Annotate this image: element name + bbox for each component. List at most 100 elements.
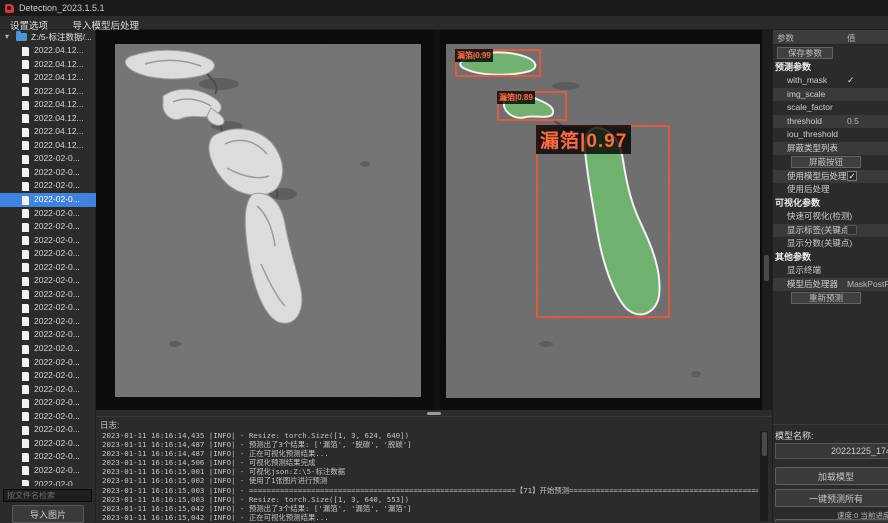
tree-file-item[interactable]: 2022-02-0... xyxy=(0,315,96,329)
tree-file-item[interactable]: 2022-02-0... xyxy=(0,383,96,397)
tree-file-item[interactable]: 2022-02-0... xyxy=(0,179,96,193)
param-row[interactable]: with_mask ✓ xyxy=(773,74,888,88)
tree-file-item[interactable]: 2022-02-0... xyxy=(0,464,96,478)
tree-file-item[interactable]: 2022-02-0... xyxy=(0,410,96,424)
file-icon xyxy=(22,236,29,245)
param-row[interactable]: 显示终端 xyxy=(773,264,888,278)
tree-file-item[interactable]: 2022-02-0... xyxy=(0,288,96,302)
tree-file-item[interactable]: 2022-02-0... xyxy=(0,450,96,464)
param-row[interactable]: 显示分数(关键点) xyxy=(773,237,888,251)
tree-file-item[interactable]: 2022-02-0... xyxy=(0,234,96,248)
tree-file-item[interactable]: 2022-02-0... xyxy=(0,274,96,288)
tree-file-item[interactable]: 2022-02-0... xyxy=(0,207,96,221)
file-icon xyxy=(22,480,29,486)
expand-arrow-icon[interactable]: ▾ xyxy=(5,30,9,44)
prediction-image[interactable]: 漏箔|0.99 漏箔|0.89 漏箔|0.97 xyxy=(446,44,760,398)
tree-file-item[interactable]: 2022-02-0... xyxy=(0,247,96,261)
param-value: ✓ xyxy=(847,74,855,88)
tree-file-item[interactable]: 2022.04.12... xyxy=(0,85,96,99)
log-scrollbar[interactable] xyxy=(760,431,768,521)
file-icon xyxy=(22,141,29,150)
tree-file-item[interactable]: 2022-02-0... xyxy=(0,369,96,383)
param-value: ✓ xyxy=(847,170,857,184)
detection-box: 漏箔|0.99 xyxy=(455,49,541,77)
log-line: 2023-01-11 16:16:15,002 |INFO| - 使用了1张图片… xyxy=(102,476,758,485)
param-row[interactable]: img_scale xyxy=(773,88,888,102)
param-row[interactable]: 使用模型后处理 ✓ xyxy=(773,170,888,184)
param-label: 模型后处理器 xyxy=(787,278,838,292)
param-button[interactable]: 重新预测 xyxy=(791,292,861,304)
file-label: 2022-02-0... xyxy=(34,396,80,410)
splitter-handle[interactable] xyxy=(427,412,441,415)
log-line: 2023-01-11 16:16:14,435 |INFO| - Resize:… xyxy=(102,431,758,440)
tree-file-item[interactable]: 2022-02-0... xyxy=(0,356,96,370)
file-label: 2022-02-0... xyxy=(34,234,80,248)
model-name-field[interactable]: 20221225_174813 xyxy=(775,443,888,459)
file-label: 2022.04.12... xyxy=(34,98,84,112)
tree-file-item[interactable]: 2022-02-0... xyxy=(0,423,96,437)
file-icon xyxy=(22,439,29,448)
file-icon xyxy=(22,74,29,83)
file-icon xyxy=(22,128,29,137)
load-model-button[interactable]: 加载模型 xyxy=(775,467,888,485)
tree-file-item[interactable]: 2022-02-0... xyxy=(0,396,96,410)
param-row[interactable]: 屏蔽类型列表 xyxy=(773,142,888,156)
file-label: 2022-02-0... xyxy=(34,423,80,437)
import-image-button[interactable]: 导入图片 xyxy=(12,505,84,523)
tree-file-item[interactable]: 2022-02-0... xyxy=(0,328,96,342)
tree-file-item[interactable]: 2022-02-0... xyxy=(0,166,96,180)
param-row[interactable]: threshold 0.5 xyxy=(773,115,888,129)
tree-file-item[interactable]: 2022-02-0 xyxy=(0,478,96,487)
log-lines[interactable]: 2023-01-11 16:16:14,435 |INFO| - Resize:… xyxy=(102,431,758,521)
file-icon xyxy=(22,399,29,408)
search-input[interactable] xyxy=(3,489,92,502)
file-label: 2022-02-0... xyxy=(34,410,80,424)
file-icon xyxy=(22,60,29,69)
prediction-image-panel: 漏箔|0.99 漏箔|0.89 漏箔|0.97 xyxy=(440,30,762,410)
param-button[interactable]: 屏蔽按钮 xyxy=(791,156,861,168)
tree-root-item[interactable]: ▾ Z:/5-标注数据/... xyxy=(0,30,96,44)
tree-file-item[interactable]: 2022.04.12... xyxy=(0,58,96,72)
scrollbar-handle[interactable] xyxy=(764,255,769,281)
file-icon xyxy=(22,412,29,421)
param-row[interactable]: scale_factor xyxy=(773,101,888,115)
file-label: 2022-02-0... xyxy=(34,383,80,397)
predict-all-button[interactable]: 一键预测所有 xyxy=(775,489,888,507)
checkbox-checked[interactable]: ✓ xyxy=(847,171,857,181)
file-icon xyxy=(22,263,29,272)
scrollbar-handle[interactable] xyxy=(762,432,767,456)
file-icon xyxy=(22,47,29,56)
file-label: 2022.04.12... xyxy=(34,44,84,58)
parameters-panel: 参数 值 保存参数 预测参数 with_mask ✓ img_scale sca… xyxy=(772,30,888,522)
param-row[interactable]: 显示标签(关键点) xyxy=(773,224,888,238)
param-row[interactable]: 快速可视化(检测) xyxy=(773,210,888,224)
tree-file-item[interactable]: 2022.04.12... xyxy=(0,112,96,126)
param-row[interactable]: 模型后处理器 MaskPostPro xyxy=(773,278,888,292)
tree-file-item[interactable]: 2022.04.12... xyxy=(0,44,96,58)
tree-file-item[interactable]: 2022-02-0... xyxy=(0,193,96,207)
param-label: with_mask xyxy=(787,74,827,88)
tree-file-item[interactable]: 2022-02-0... xyxy=(0,220,96,234)
original-image[interactable] xyxy=(115,44,421,397)
tree-file-item[interactable]: 2022-02-0... xyxy=(0,301,96,315)
detection-box: 漏箔|0.97 xyxy=(536,125,670,318)
tree-file-item[interactable]: 2022.04.12... xyxy=(0,125,96,139)
param-row[interactable]: iou_threshold xyxy=(773,128,888,142)
tree-file-item[interactable]: 2022-02-0... xyxy=(0,152,96,166)
tree-file-item[interactable]: 2022.04.12... xyxy=(0,71,96,85)
param-label: img_scale xyxy=(787,88,825,102)
tree-file-item[interactable]: 2022.04.12... xyxy=(0,98,96,112)
param-row[interactable]: 使用后处理 xyxy=(773,183,888,197)
log-line: 2023-01-11 16:16:14,487 |INFO| - 预测出了3个结… xyxy=(102,440,758,449)
param-button-row: 保存参数 xyxy=(773,46,888,61)
param-button[interactable]: 保存参数 xyxy=(777,47,833,59)
checkbox-unchecked[interactable] xyxy=(847,225,857,235)
file-label: 2022-02-0... xyxy=(34,207,80,221)
image-vertical-scrollbar[interactable] xyxy=(762,30,772,410)
tree-file-item[interactable]: 2022-02-0... xyxy=(0,437,96,451)
tree-file-item[interactable]: 2022-02-0... xyxy=(0,342,96,356)
image-viewers: 漏箔|0.99 漏箔|0.89 漏箔|0.97 xyxy=(96,30,772,410)
tree-file-item[interactable]: 2022.04.12... xyxy=(0,139,96,153)
tree-file-item[interactable]: 2022-02-0... xyxy=(0,261,96,275)
file-icon xyxy=(22,182,29,191)
